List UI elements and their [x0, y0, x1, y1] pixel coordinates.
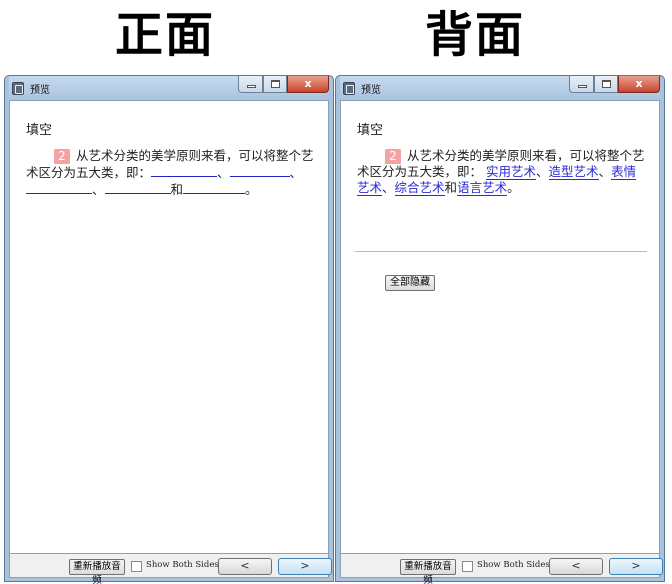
bottom-bar: 重新播放音频 Show Both Sides < >: [9, 554, 332, 584]
app-icon: [12, 82, 24, 95]
close-button[interactable]: x: [287, 76, 329, 93]
maximize-button[interactable]: [594, 76, 618, 93]
maximize-icon: [602, 80, 611, 88]
cloze-blank-2b: [243, 164, 290, 177]
question-line-1: 从艺术分类的美学原则来看，可以将: [76, 148, 277, 163]
answer-4: 综合艺术: [394, 180, 445, 196]
answer-1: 实用艺术: [486, 164, 537, 180]
cloze-blank-5a: [183, 181, 230, 194]
app-icon: [343, 82, 355, 95]
card-content: 填空 2 从艺术分类的美学原则来看，可以将整个艺术区分为五大类，即：、、、和。: [9, 100, 329, 554]
separator: 、: [289, 165, 303, 180]
hide-all-button[interactable]: 全部隐藏: [385, 275, 435, 291]
card-content: 填空 2 从艺术分类的美学原则来看，可以将整个艺术区分为五大类，即： 实用艺术、造…: [340, 100, 660, 554]
show-both-sides-label: Show Both Sides: [146, 560, 219, 570]
next-button[interactable]: >: [278, 558, 332, 575]
minimize-button[interactable]: [238, 76, 263, 93]
separator: 、: [217, 165, 230, 180]
card-type-label: 填空: [26, 123, 53, 138]
cloze-blank-2a: [229, 164, 244, 177]
answer-5: 语言艺术: [457, 180, 508, 196]
cloze-blank-1: [151, 164, 218, 177]
next-button[interactable]: >: [609, 558, 663, 575]
conjunction-and: 和: [444, 180, 458, 195]
period: 。: [245, 182, 258, 197]
title-bar[interactable]: 预览 x: [9, 76, 329, 100]
card-type-label: 填空: [357, 123, 384, 138]
maximize-button[interactable]: [263, 76, 287, 93]
minimize-icon: [578, 85, 587, 88]
title-bar[interactable]: 预览 x: [340, 76, 660, 100]
front-heading: 正面: [114, 7, 215, 63]
show-both-sides-checkbox[interactable]: [131, 561, 142, 572]
replay-audio-button[interactable]: 重新播放音频: [400, 559, 456, 584]
separator: 、: [382, 180, 395, 195]
prev-button[interactable]: <: [549, 558, 603, 575]
minimize-button[interactable]: [569, 76, 594, 93]
answer-text: 2 从艺术分类的美学原则来看，可以将整个艺术区分为五大类，即： 实用艺术、造型艺术…: [357, 148, 645, 196]
cloze-blank-3: [26, 181, 92, 194]
question-number: 2: [385, 149, 401, 164]
separator: 、: [92, 182, 105, 197]
back-heading: 背面: [424, 7, 525, 63]
show-both-sides-checkbox[interactable]: [462, 561, 473, 572]
question-line-1: 从艺术分类的美学原则来看，可以将: [407, 148, 608, 163]
preview-window-back: 预览 x 填空 2 从艺术分类的美学原则来看，可以将整个艺术区分为五大类，即： 实…: [335, 75, 665, 584]
question-number: 2: [54, 149, 70, 164]
window-title: 预览: [361, 85, 381, 96]
answer-2: 造型艺术: [548, 164, 599, 180]
conjunction-and: 和: [170, 182, 184, 197]
divider: [355, 251, 647, 252]
maximize-icon: [271, 80, 280, 88]
show-both-sides-label: Show Both Sides: [477, 560, 550, 570]
period: 。: [507, 180, 520, 195]
window-title: 预览: [30, 85, 50, 96]
cloze-blank-4: [104, 181, 171, 194]
close-button[interactable]: x: [618, 76, 660, 93]
question-text: 2 从艺术分类的美学原则来看，可以将整个艺术区分为五大类，即：、、、和。: [26, 148, 314, 198]
prev-button[interactable]: <: [218, 558, 272, 575]
cloze-blank-5b: [229, 181, 246, 194]
bottom-bar: 重新播放音频 Show Both Sides < >: [340, 554, 663, 584]
separator: 、: [598, 164, 612, 179]
separator: 、: [536, 164, 549, 179]
replay-audio-button[interactable]: 重新播放音频: [69, 559, 125, 584]
preview-window-front: 预览 x 填空 2 从艺术分类的美学原则来看，可以将整个艺术区分为五大类，即：、、…: [4, 75, 334, 584]
minimize-icon: [247, 85, 256, 88]
